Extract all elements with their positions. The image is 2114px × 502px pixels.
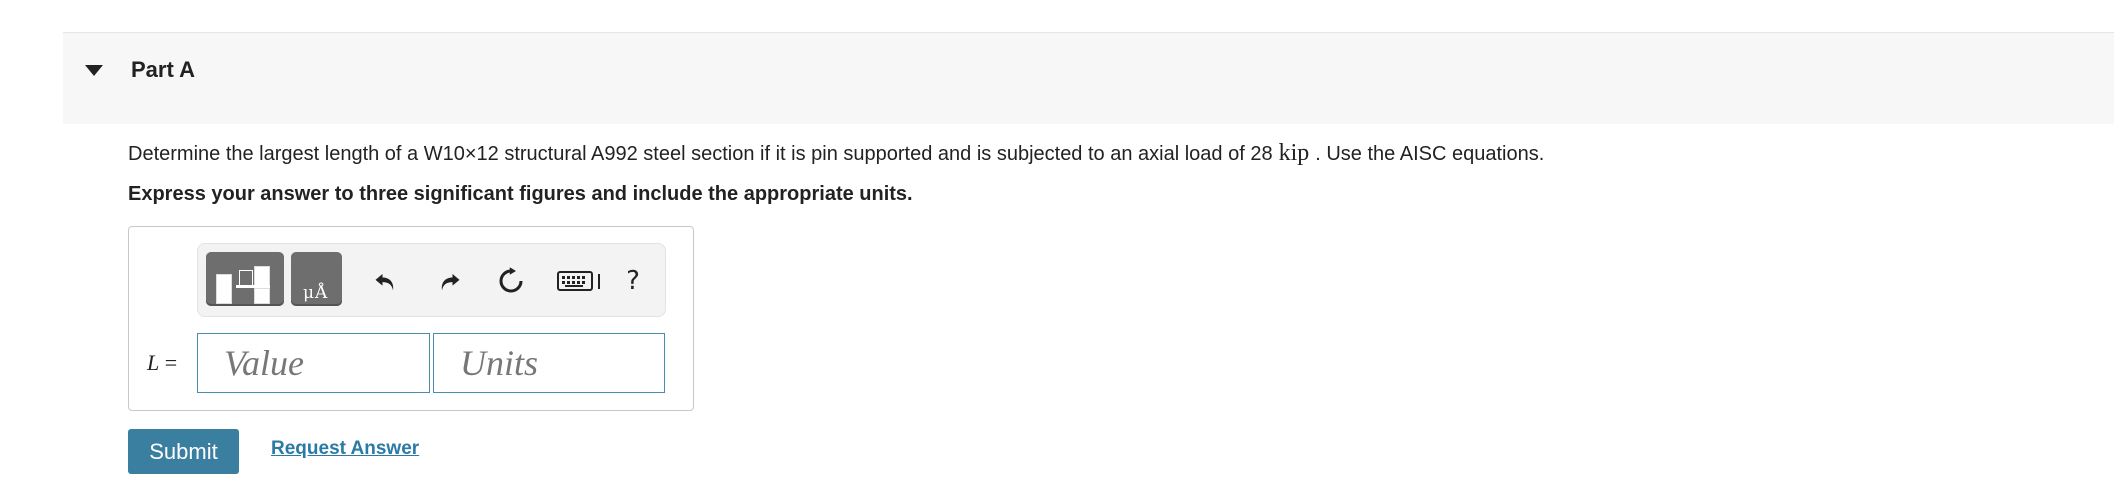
templates-button[interactable] — [206, 252, 284, 306]
undo-icon[interactable] — [369, 264, 403, 298]
redo-icon[interactable] — [432, 264, 466, 298]
collapse-caret-icon[interactable] — [85, 65, 103, 76]
question-text-main: Determine the largest length of a W10×12… — [128, 143, 1273, 165]
units-icon: μÅ — [303, 283, 329, 303]
answer-box: μÅ ? L = — [128, 226, 694, 411]
math-toolbar: μÅ ? — [197, 243, 666, 317]
variable-name: L — [147, 350, 160, 375]
help-icon[interactable]: ? — [616, 264, 650, 298]
equals-sign: = — [164, 350, 178, 375]
question-unit: kip — [1278, 140, 1310, 166]
value-input[interactable] — [197, 333, 430, 393]
question-text-end: . Use the AISC equations. — [1315, 143, 1545, 165]
units-button[interactable]: μÅ — [291, 252, 342, 306]
variable-label: L = — [147, 350, 177, 376]
units-input[interactable] — [433, 333, 665, 393]
question-text: Determine the largest length of a W10×12… — [128, 140, 1544, 167]
part-header[interactable]: Part A — [63, 32, 2114, 124]
request-answer-link[interactable]: Request Answer — [271, 438, 419, 460]
reset-icon[interactable] — [494, 264, 528, 298]
answer-instruction: Express your answer to three significant… — [128, 183, 913, 205]
submit-button[interactable]: Submit — [128, 429, 239, 474]
part-title: Part A — [131, 57, 195, 82]
keyboard-icon[interactable] — [556, 264, 604, 298]
